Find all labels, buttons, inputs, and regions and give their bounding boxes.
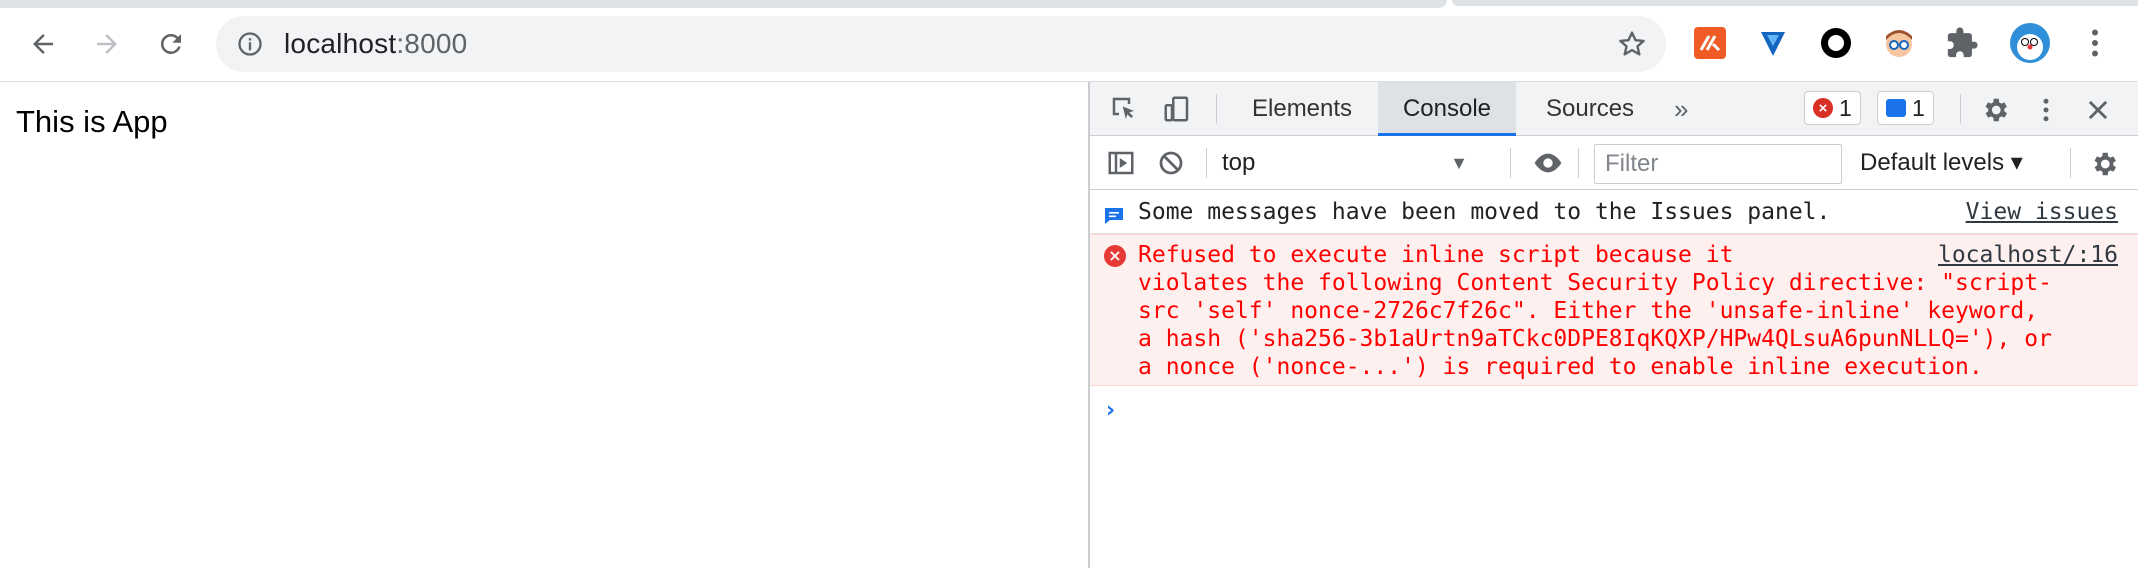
kebab-menu-icon[interactable] <box>2077 25 2113 61</box>
tab-strip-right <box>1452 0 2138 6</box>
sidebar-toggle-icon[interactable] <box>1104 147 1138 179</box>
reload-button[interactable] <box>149 22 193 66</box>
divider <box>2070 148 2071 178</box>
close-icon[interactable] <box>2080 92 2116 128</box>
tab-strip <box>0 0 1447 8</box>
devtools-panel: Elements Console Sources » × 1 1 top ▼ F… <box>1088 82 2138 568</box>
postman-extension-icon[interactable] <box>1692 25 1728 61</box>
browser-toolbar: localhost:8000 <box>0 0 2138 82</box>
arrow-left-icon <box>33 34 53 54</box>
issues-count-badge[interactable]: 1 <box>1877 91 1934 125</box>
error-count: 1 <box>1839 94 1852 121</box>
divider <box>1206 148 1207 178</box>
bookmark-star-icon[interactable] <box>1616 28 1648 60</box>
console-toolbar: top ▼ Default levels ▾ <box>1090 136 2138 190</box>
clear-console-icon[interactable] <box>1154 147 1188 179</box>
console-messages: Some messages have been moved to the Iss… <box>1090 190 2138 423</box>
inspect-element-icon[interactable] <box>1108 93 1140 125</box>
context-select[interactable]: top ▼ <box>1222 146 1480 180</box>
info-count: 1 <box>1912 94 1925 121</box>
tab-sources[interactable]: Sources <box>1532 82 1648 136</box>
divider <box>1960 94 1961 124</box>
eye-icon[interactable] <box>1528 147 1568 179</box>
console-prompt-chevron-icon[interactable]: › <box>1106 398 1115 423</box>
filter-input[interactable] <box>1594 144 1842 184</box>
info-icon[interactable] <box>236 30 264 58</box>
view-issues-link[interactable]: View issues <box>1966 198 2118 226</box>
console-settings-gear-icon[interactable] <box>2086 146 2122 182</box>
context-value: top <box>1222 149 1256 176</box>
message-icon <box>1104 204 1124 224</box>
url-text[interactable]: localhost:8000 <box>284 28 467 60</box>
divider <box>1216 94 1217 124</box>
error-message: × Refused to execute inline script becau… <box>1090 234 2138 386</box>
devtools-menu-icon[interactable] <box>2028 92 2064 128</box>
page-viewport: This is App <box>0 82 1088 568</box>
info-message: Some messages have been moved to the Iss… <box>1090 190 2138 234</box>
devtools-tabbar: Elements Console Sources » × 1 1 <box>1090 82 2138 136</box>
tab-console[interactable]: Console <box>1378 82 1516 136</box>
divider <box>1578 148 1579 178</box>
error-icon: × <box>1104 245 1126 267</box>
face-extension-icon[interactable] <box>1881 25 1917 61</box>
fork-extension-icon[interactable] <box>1755 25 1791 61</box>
url-host: localhost <box>284 28 397 59</box>
message-icon <box>1886 99 1906 117</box>
address-bar[interactable]: localhost:8000 <box>216 16 1666 72</box>
page-text: This is App <box>16 104 168 139</box>
forward-button[interactable] <box>85 22 129 66</box>
info-message-text: Some messages have been moved to the Iss… <box>1138 199 1831 225</box>
puzzle-extensions-icon[interactable] <box>1944 25 1980 61</box>
back-button[interactable] <box>21 22 65 66</box>
device-toolbar-icon[interactable] <box>1160 93 1194 125</box>
error-source-link[interactable]: localhost/:16 <box>1938 241 2118 269</box>
divider <box>1510 148 1511 178</box>
url-port: :8000 <box>396 28 468 59</box>
circle-extension-icon[interactable] <box>1818 25 1854 61</box>
error-count-badge[interactable]: × 1 <box>1804 91 1861 125</box>
dropdown-arrow-icon: ▼ <box>1450 153 1468 173</box>
settings-gear-icon[interactable] <box>1977 92 2013 128</box>
profile-avatar[interactable] <box>2009 22 2051 64</box>
tab-elements[interactable]: Elements <box>1238 82 1366 136</box>
arrow-right-icon <box>97 34 117 54</box>
log-levels-dropdown[interactable]: Default levels ▾ <box>1860 146 2023 180</box>
error-circle-icon: × <box>1813 98 1833 118</box>
reload-icon <box>160 33 181 54</box>
more-tabs-button[interactable]: » <box>1660 82 1702 136</box>
